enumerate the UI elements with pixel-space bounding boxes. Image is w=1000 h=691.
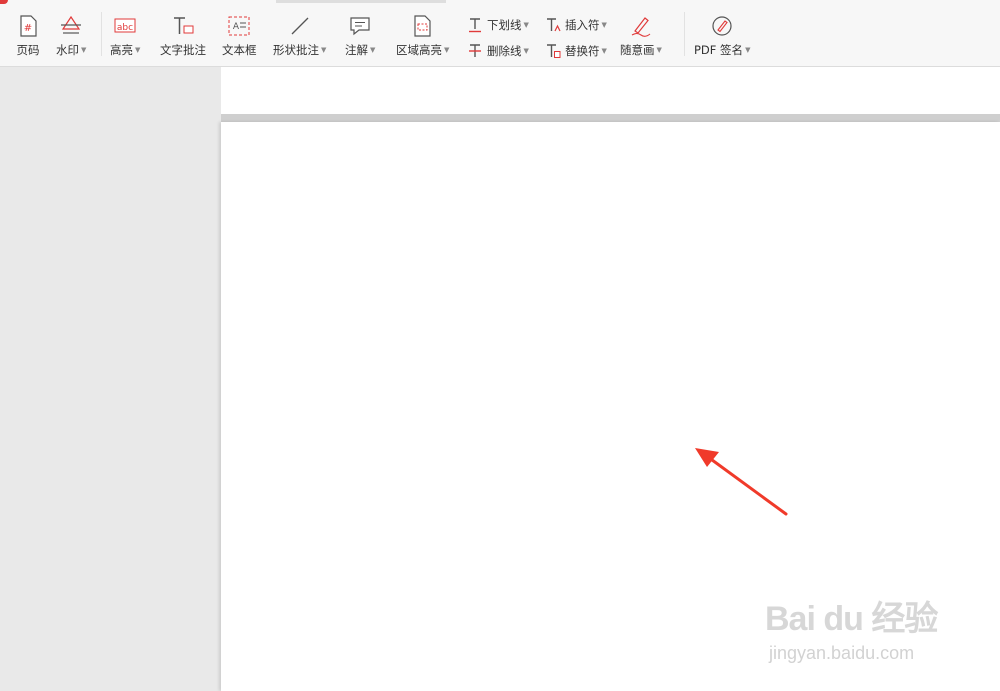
baidu-jingyan-watermark: Bai du 经验 jingyan.baidu.com xyxy=(765,585,965,670)
watermark-logo-text: Bai du 经验 xyxy=(765,600,938,638)
watermark-url-text: jingyan.baidu.com xyxy=(769,643,915,663)
